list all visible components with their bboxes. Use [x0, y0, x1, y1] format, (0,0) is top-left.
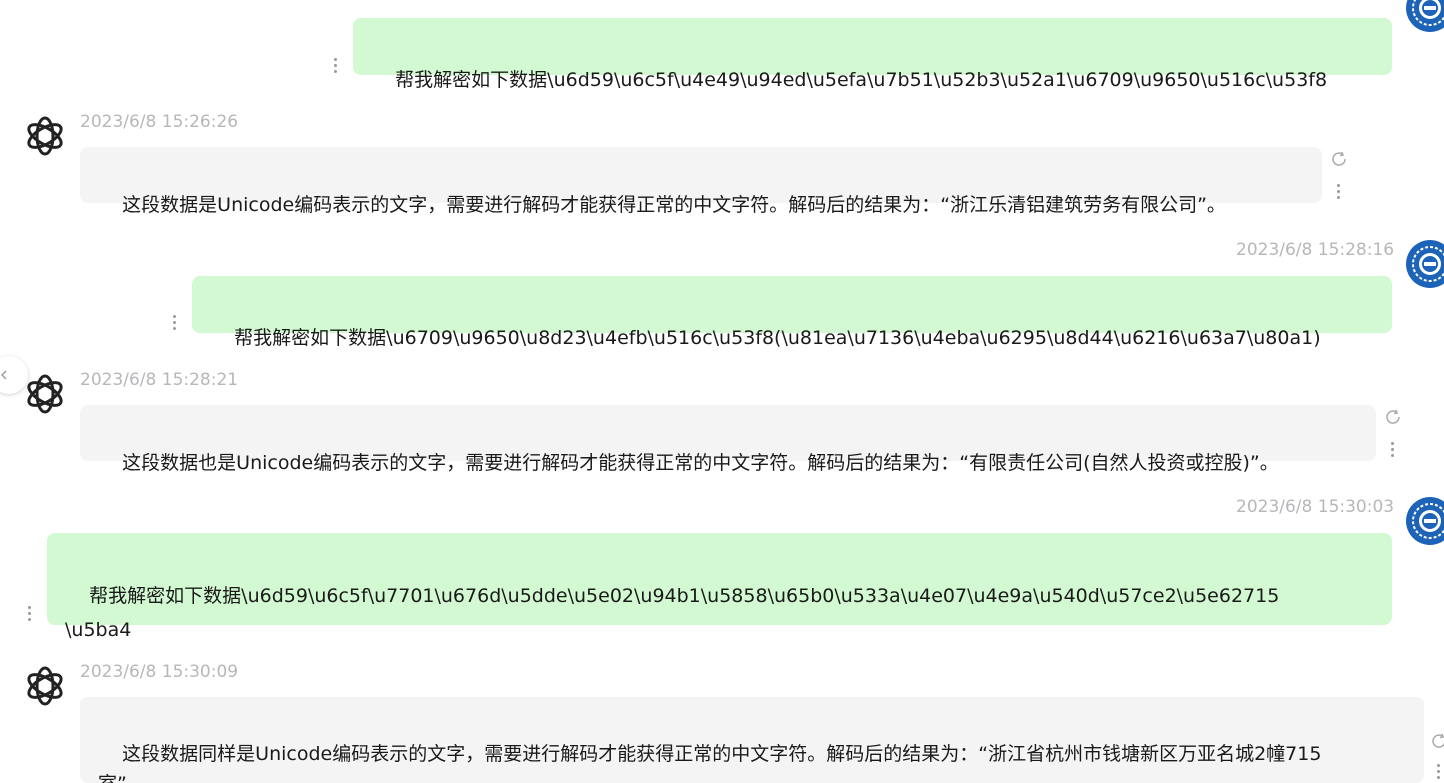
message-text: 这段数据是Unicode编码表示的文字，需要进行解码才能获得正常的中文字符。解码…	[122, 194, 1226, 216]
message-timestamp: 2023/6/8 15:30:09	[80, 662, 239, 682]
message-text: 这段数据也是Unicode编码表示的文字，需要进行解码才能获得正常的中文字符。解…	[122, 452, 1279, 474]
message-text: 帮我解密如下数据\u6d59\u6c5f\u7701\u676d\u5dde\u…	[65, 585, 1280, 641]
message-text: 帮我解密如下数据\u6709\u9650\u8d23\u4efb\u516c\u…	[234, 327, 1321, 349]
seal-icon	[1408, 242, 1444, 286]
assistant-avatar	[22, 663, 68, 709]
assistant-message-bubble: 这段数据也是Unicode编码表示的文字，需要进行解码才能获得正常的中文字符。解…	[80, 405, 1376, 474]
regenerate-icon[interactable]	[1384, 408, 1402, 426]
message-menu-button[interactable]	[1390, 440, 1396, 460]
chat-window: 帮我解密如下数据\u6d59\u6c5f\u4e49\u94ed\u5efa\u…	[0, 0, 1444, 783]
openai-logo-icon	[27, 374, 63, 414]
message-menu-button[interactable]	[333, 56, 339, 76]
assistant-avatar	[22, 113, 68, 159]
openai-logo-icon	[27, 666, 63, 706]
message-menu-button[interactable]	[1336, 182, 1342, 202]
user-avatar	[1406, 0, 1444, 32]
openai-logo-icon	[27, 116, 63, 156]
user-message-bubble: 帮我解密如下数据\u6d59\u6c5f\u4e49\u94ed\u5efa\u…	[353, 18, 1392, 91]
message-menu-button[interactable]	[27, 604, 33, 624]
message-timestamp: 2023/6/8 15:28:21	[80, 370, 239, 390]
message-menu-button[interactable]	[172, 313, 178, 333]
regenerate-icon[interactable]	[1330, 150, 1348, 168]
user-avatar	[1406, 497, 1444, 545]
user-message-bubble: 帮我解密如下数据\u6709\u9650\u8d23\u4efb\u516c\u…	[192, 276, 1392, 349]
user-message-bubble: 帮我解密如下数据\u6d59\u6c5f\u7701\u676d\u5dde\u…	[47, 533, 1392, 641]
assistant-message-bubble: 这段数据同样是Unicode编码表示的文字，需要进行解码才能获得正常的中文字符。…	[80, 697, 1424, 783]
assistant-avatar	[22, 371, 68, 417]
user-avatar	[1406, 240, 1444, 288]
seal-icon	[1408, 499, 1444, 543]
regenerate-icon[interactable]	[1430, 732, 1444, 750]
message-menu-button[interactable]	[1436, 762, 1442, 782]
assistant-message-bubble: 这段数据是Unicode编码表示的文字，需要进行解码才能获得正常的中文字符。解码…	[80, 147, 1322, 216]
message-text: 这段数据同样是Unicode编码表示的文字，需要进行解码才能获得正常的中文字符。…	[98, 743, 1322, 783]
seal-icon	[1408, 0, 1444, 30]
message-timestamp: 2023/6/8 15:30:03	[1236, 497, 1395, 517]
message-timestamp: 2023/6/8 15:28:16	[1236, 240, 1395, 260]
message-text: 帮我解密如下数据\u6d59\u6c5f\u4e49\u94ed\u5efa\u…	[395, 69, 1328, 91]
message-timestamp: 2023/6/8 15:26:26	[80, 112, 239, 132]
